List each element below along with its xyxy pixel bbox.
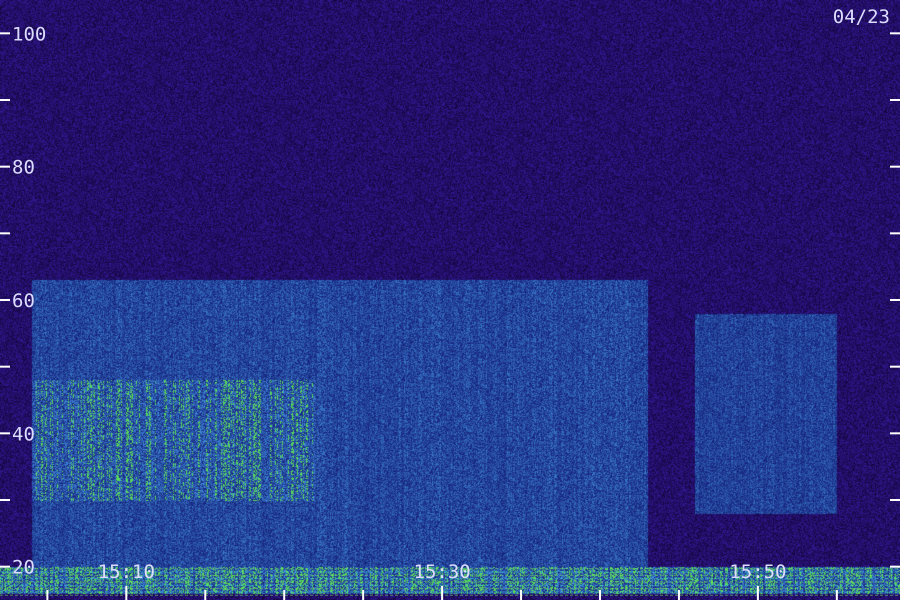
y-tick-label: 40 [12,423,35,445]
y-tick-label: 60 [12,290,35,312]
spectrogram-chart: 20 40 60 80 100 15:10 15:30 15:50 04/23 [0,0,900,600]
y-tick-label: 80 [12,157,35,179]
y-tick-label: 20 [12,557,35,579]
x-tick-label: 15:30 [414,561,471,583]
x-tick-label: 15:10 [98,561,155,583]
x-tick-label: 15:50 [729,561,786,583]
spectrogram-noise [0,0,900,600]
date-label: 04/23 [833,6,890,28]
y-tick-label: 100 [12,23,46,45]
